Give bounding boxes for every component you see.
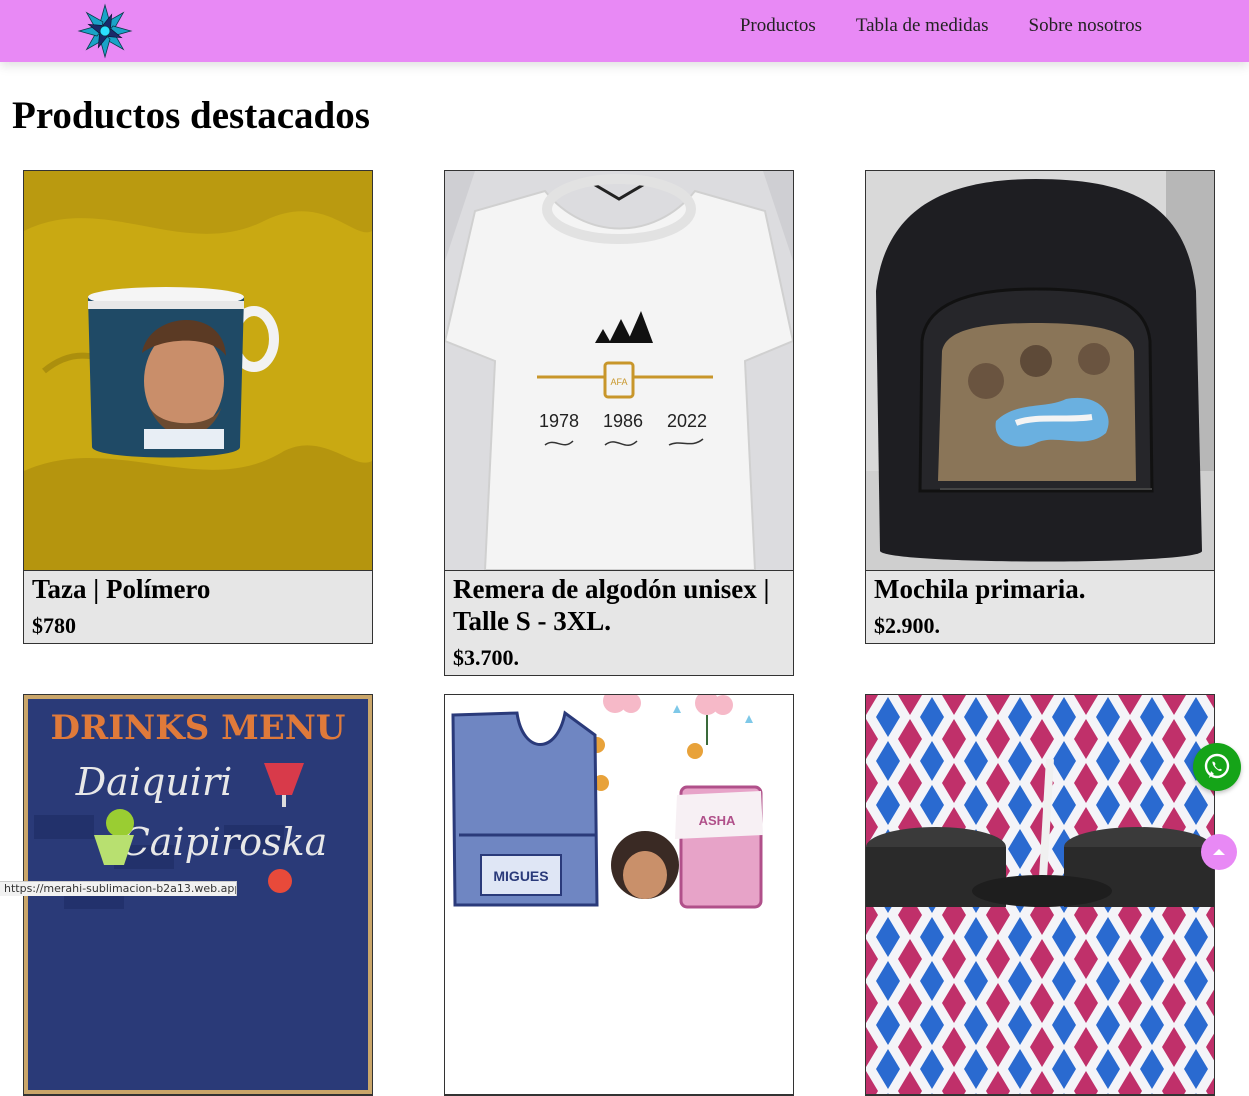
product-card[interactable]: Mochila primaria. $2.900. — [865, 170, 1215, 644]
print-year: 2022 — [667, 411, 707, 431]
main-nav: Productos Tabla de medidas Sobre nosotro… — [700, 0, 1142, 52]
product-price: $2.900. — [874, 613, 940, 638]
product-card[interactable]: Taza | Polímero $780 — [23, 170, 373, 644]
mug-name-text: ASHA — [699, 813, 736, 828]
chevron-up-icon — [1213, 849, 1225, 855]
flower-logo-icon[interactable] — [74, 3, 136, 59]
tshirt-photo[interactable]: AFA 1978 1986 2022 — [445, 171, 793, 571]
page-title: Productos destacados — [12, 94, 370, 137]
drinks-menu-item: Caipiroska — [121, 820, 328, 864]
school-apron-photo[interactable]: MIGUES ASHA — [445, 695, 793, 1095]
tumblers-photo[interactable] — [866, 695, 1214, 1095]
drinks-menu-heading: DRINKS MENU — [51, 708, 346, 748]
drinks-menu-item: Daiquiri — [75, 760, 233, 804]
nav-link-productos[interactable]: Productos — [740, 15, 816, 37]
mug-photo[interactable] — [24, 171, 372, 571]
nav-link-tabla-de-medidas[interactable]: Tabla de medidas — [856, 15, 989, 37]
whatsapp-button[interactable] — [1193, 743, 1241, 791]
whatsapp-icon — [1204, 753, 1230, 779]
status-bar-url: https://merahi-sublimacion-b2a13.web.app… — [0, 881, 237, 896]
print-year: 1986 — [603, 411, 643, 431]
nav-link-sobre-nosotros[interactable]: Sobre nosotros — [1029, 15, 1142, 37]
product-price: $3.700. — [453, 645, 519, 670]
product-price: $780 — [32, 613, 76, 638]
product-title: Remera de algodón unisex | Talle S - 3XL… — [453, 574, 770, 636]
print-year: 1978 — [539, 411, 579, 431]
top-navbar: Productos Tabla de medidas Sobre nosotro… — [0, 0, 1249, 62]
afa-badge-text: AFA — [610, 377, 627, 387]
scroll-top-button[interactable] — [1201, 834, 1237, 870]
product-card[interactable] — [865, 694, 1215, 1096]
product-card[interactable]: MIGUES ASHA — [444, 694, 794, 1096]
backpack-photo[interactable] — [866, 171, 1214, 571]
product-card[interactable]: AFA 1978 1986 2022 Remera de algodón uni… — [444, 170, 794, 676]
apron-name-text: MIGUES — [493, 868, 548, 884]
product-title: Taza | Polímero — [32, 574, 211, 604]
product-title: Mochila primaria. — [874, 574, 1086, 604]
